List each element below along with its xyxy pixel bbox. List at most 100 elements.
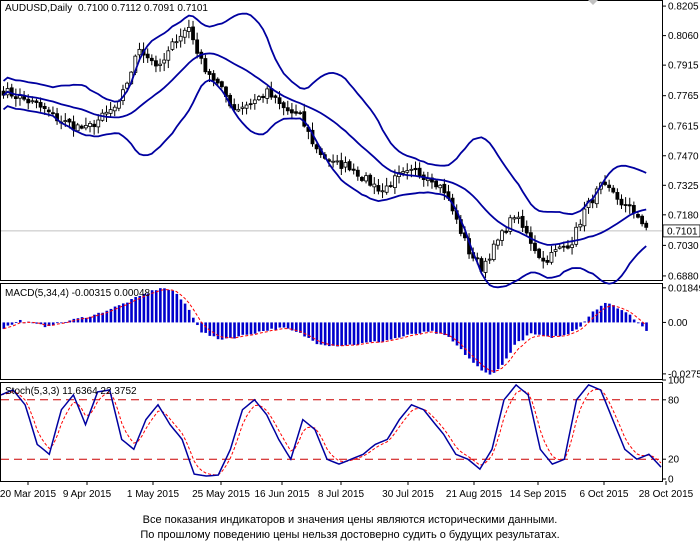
macd-bar xyxy=(550,322,554,338)
candle-body xyxy=(203,58,208,73)
candle-body xyxy=(483,260,488,273)
macd-bar xyxy=(212,322,216,337)
stoch-tick-label: 100 xyxy=(668,376,685,387)
macd-bar xyxy=(171,290,175,323)
macd-bar xyxy=(10,322,14,325)
macd-bar xyxy=(93,314,96,323)
x-tick-label: 14 Sep 2015 xyxy=(510,489,567,500)
candle-body xyxy=(533,242,537,252)
x-tick-label: 28 Oct 2015 xyxy=(639,489,694,500)
disclaimer-line-1: Все показания индикаторов и значения цен… xyxy=(142,514,558,526)
macd-bar xyxy=(410,322,413,334)
macd-bar xyxy=(505,322,508,359)
macd-bar xyxy=(163,288,166,323)
candle-body xyxy=(158,63,162,66)
macd-bar xyxy=(529,322,533,334)
macd-bar xyxy=(80,317,84,323)
macd-bar xyxy=(595,309,599,323)
candle-body xyxy=(170,41,175,50)
macd-bar xyxy=(274,322,278,331)
macd-bar xyxy=(204,322,207,333)
macd-bar xyxy=(249,322,253,335)
candle-body xyxy=(211,73,216,81)
candle-body xyxy=(491,243,496,260)
macd-bar xyxy=(624,312,628,323)
candle-body xyxy=(355,169,360,177)
macd-bar xyxy=(562,322,566,336)
candle-body xyxy=(281,102,286,109)
macd-bar xyxy=(237,322,240,337)
macd-bar xyxy=(196,322,199,326)
macd-bar xyxy=(509,322,512,353)
candle-body xyxy=(63,120,68,122)
candle-body xyxy=(504,230,509,233)
candle-body xyxy=(79,125,84,129)
candle-body xyxy=(265,88,270,99)
macd-bar xyxy=(373,322,376,342)
candle-body xyxy=(13,96,18,99)
macd-header: MACD(5,34,4) -0.00315 0.00048 xyxy=(5,288,151,299)
candle-body xyxy=(607,184,612,188)
candle-body xyxy=(191,26,195,41)
macd-bar xyxy=(229,322,232,338)
candle-body xyxy=(174,41,179,44)
candle-body xyxy=(162,59,167,64)
candle-body xyxy=(240,106,245,109)
macd-bar xyxy=(6,322,10,326)
macd-bar xyxy=(554,322,558,336)
price-tick-label: 0.6880 xyxy=(668,271,699,282)
candle-body xyxy=(46,109,51,113)
macd-bar xyxy=(575,322,578,330)
candle-body xyxy=(380,190,385,193)
candle-body xyxy=(520,215,525,228)
disclaimer-line-2: По прошлому поведению цены нельзя достов… xyxy=(140,529,560,541)
candle-body xyxy=(516,216,521,220)
macd-bar xyxy=(360,322,364,343)
candle-body xyxy=(611,187,616,193)
macd-bar xyxy=(439,322,442,334)
macd-bar xyxy=(233,322,236,339)
candle-body xyxy=(615,192,620,200)
candle-body xyxy=(277,97,282,105)
macd-bar xyxy=(406,322,409,335)
macd-bar xyxy=(121,303,125,323)
stoch-tick-label: 80 xyxy=(668,395,680,406)
candle-body xyxy=(314,144,319,150)
macd-bar xyxy=(167,289,170,323)
macd-bar xyxy=(496,322,500,370)
candle-body xyxy=(289,109,294,114)
candle-body xyxy=(347,161,352,171)
candle-body xyxy=(236,108,241,112)
macd-bar xyxy=(571,322,574,332)
price-tick-label: 0.7030 xyxy=(668,241,699,252)
macd-bar xyxy=(583,321,587,323)
macd-bar xyxy=(126,302,129,323)
candle-body xyxy=(244,104,249,109)
macd-bar xyxy=(484,322,488,373)
macd-bar xyxy=(365,322,368,343)
macd-bar xyxy=(323,322,327,346)
candle-body xyxy=(178,35,183,42)
candle-body xyxy=(524,225,529,234)
candle-body xyxy=(384,185,389,193)
candle-body xyxy=(67,118,72,123)
macd-bar xyxy=(97,312,100,323)
macd-bar xyxy=(525,322,529,336)
macd-bar xyxy=(2,322,6,329)
candle-body xyxy=(34,100,39,103)
candle-body xyxy=(166,50,171,61)
candle-body xyxy=(186,26,191,32)
candle-body xyxy=(339,160,344,169)
macd-bar xyxy=(175,293,179,323)
stoch-header: Stoch(5,3,3) 11.6364 22.3752 xyxy=(5,386,137,397)
candle-body xyxy=(623,204,628,206)
macd-bar xyxy=(538,322,541,335)
disclaimer: Все показания индикаторов и значения цен… xyxy=(0,513,700,543)
macd-bar xyxy=(138,295,142,323)
stoch-tick-label: 0 xyxy=(668,475,674,486)
price-header-ohlc: 0.7100 0.7112 0.7091 0.7101 xyxy=(78,3,208,14)
candle-body xyxy=(413,167,418,171)
macd-bar xyxy=(398,322,401,338)
macd-bar xyxy=(632,319,636,323)
macd-tick-label: 0.01849 xyxy=(668,283,700,294)
